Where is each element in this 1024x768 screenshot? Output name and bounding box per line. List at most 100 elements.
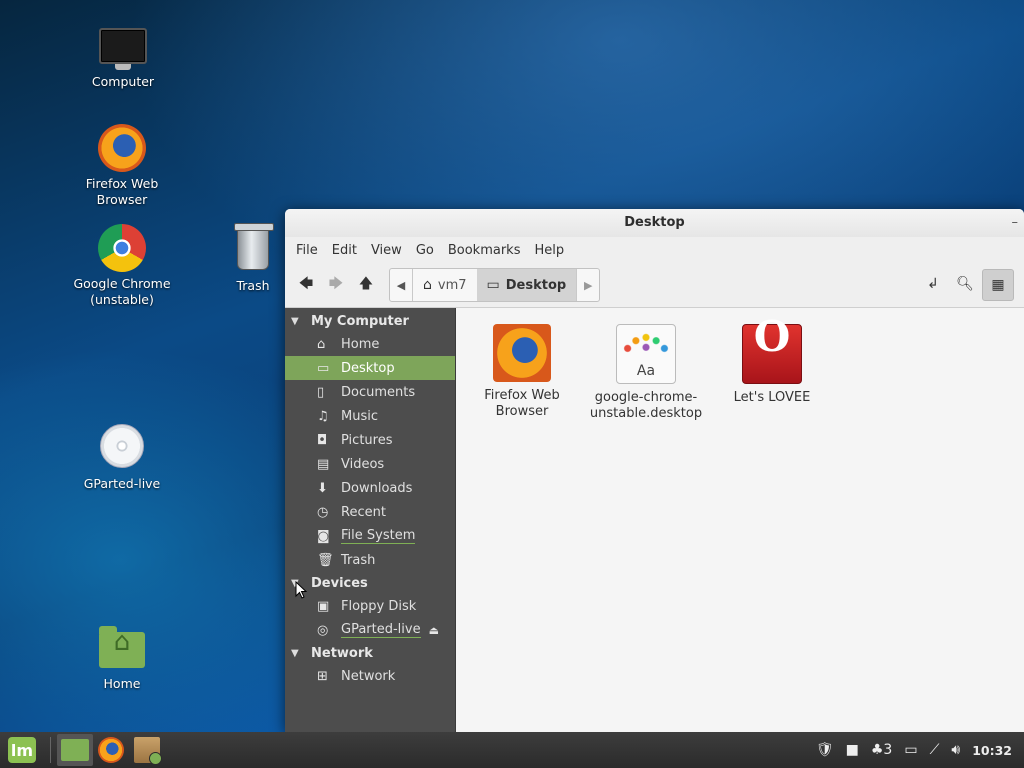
sidebar-item-downloads[interactable]: ⬇ Downloads [285, 476, 455, 500]
network-icon: ⊞ [317, 668, 328, 684]
sidebar-item-label: Trash [341, 552, 376, 568]
taskbar-package[interactable] [129, 734, 165, 766]
desktop-icon-firefox[interactable]: Firefox Web Browser [72, 124, 172, 208]
breadcrumb-left-button[interactable]: ◀ [390, 269, 413, 301]
sidebar-item-label: Videos [341, 456, 385, 472]
sidebar-item-label: Downloads [341, 480, 413, 496]
file-label: Browser [495, 404, 549, 419]
menu-file[interactable]: File [289, 243, 325, 258]
volume-icon[interactable]: 🔊︎ [951, 742, 960, 758]
sidebar-item-trash[interactable]: 🗑︎ Trash [285, 548, 455, 572]
mint-logo-icon: lm [8, 737, 36, 763]
folder-icon [61, 739, 89, 761]
window-titlebar[interactable]: Desktop – [285, 209, 1024, 237]
file-view[interactable]: Firefox Web Browser Aa google-chrome- un… [455, 308, 1024, 732]
breadcrumb-right-button[interactable]: ▶ [576, 269, 599, 301]
sidebar-item-label: Music [341, 408, 378, 424]
search-button[interactable]: 🔍︎ [950, 269, 980, 299]
minimize-icon[interactable]: – [1012, 209, 1019, 237]
sidebar-section-title: Devices [311, 575, 368, 591]
toggle-location-button[interactable]: ↲ [918, 269, 948, 299]
icon-view-button[interactable]: ▦ [982, 269, 1014, 301]
file-label: Let's LOVEE [733, 390, 811, 405]
clock[interactable]: 10:32 [972, 743, 1012, 758]
window-title: Desktop [624, 215, 685, 230]
sidebar-item-recent[interactable]: ◷ Recent [285, 500, 455, 524]
menu-view[interactable]: View [364, 243, 409, 258]
desktop-icon-label: Browser [96, 192, 148, 207]
system-tray: 🛡︎ ■ ♣3 ▭ ⟋ 🔊︎ 10:32 [816, 732, 1012, 768]
menu-go[interactable]: Go [409, 243, 441, 258]
network-cable-icon[interactable]: ⟋ [930, 742, 940, 758]
folder-small-icon[interactable]: ■ [846, 742, 859, 758]
sidebar-item-documents[interactable]: ▯ Documents [285, 380, 455, 404]
home-icon: ⌂ [317, 336, 326, 352]
breadcrumb: ◀ ⌂ vm7 ▭ Desktop ▶ [389, 268, 601, 302]
menu-edit[interactable]: Edit [325, 243, 364, 258]
sidebar-section-title: My Computer [311, 313, 409, 329]
desktop-icon-gparted[interactable]: GParted-live [72, 424, 172, 492]
sidebar-item-label: Documents [341, 384, 416, 400]
sidebar-item-music[interactable]: ♫ Music [285, 404, 455, 428]
font-desktop-file-icon: Aa [616, 324, 676, 384]
menu-bar: File Edit View Go Bookmarks Help [285, 237, 1024, 263]
notifications-button[interactable]: ♣3 [871, 742, 892, 758]
shield-icon[interactable]: 🛡︎ [816, 742, 834, 758]
up-button[interactable]: 🡅 [351, 270, 381, 300]
disc-icon [100, 424, 144, 468]
eject-icon[interactable]: ⏏ [429, 624, 439, 637]
toolbar-right: ↲ 🔍︎ ▦ [918, 269, 1014, 301]
sidebar-item-home[interactable]: ⌂ Home [285, 332, 455, 356]
floppy-icon: ▣ [317, 598, 330, 614]
desktop-icon-home[interactable]: Home [72, 624, 172, 692]
sidebar-section-devices[interactable]: ▼ Devices [285, 572, 455, 594]
sidebar-item-file-system[interactable]: ◙ File System [285, 524, 455, 548]
forward-button[interactable]: 🡆 [321, 270, 351, 300]
firefox-icon [98, 737, 124, 763]
sidebar-section-my-computer[interactable]: ▼ My Computer [285, 310, 455, 332]
disc-icon: ◎ [317, 622, 329, 638]
file-item-opera[interactable]: Let's LOVEE [710, 324, 834, 406]
document-icon: ▯ [317, 384, 325, 400]
desktop-icon-label: Computer [91, 74, 155, 89]
mouse-cursor-icon [295, 581, 308, 599]
sidebar-item-floppy-disk[interactable]: ▣ Floppy Disk [285, 594, 455, 618]
sidebar-item-desktop[interactable]: ▭ Desktop [285, 356, 455, 380]
home-icon: ⌂ [423, 277, 432, 293]
menu-help[interactable]: Help [527, 243, 571, 258]
taskbar-file-manager[interactable] [57, 734, 93, 766]
menu-button[interactable]: lm [0, 732, 44, 768]
triangle-down-icon: ▼ [291, 647, 299, 659]
breadcrumb-home[interactable]: ⌂ vm7 [413, 269, 477, 301]
file-item-firefox[interactable]: Firefox Web Browser [460, 324, 584, 420]
keyboard-icon[interactable]: ▭ [904, 742, 917, 758]
desktop-icon-label: Google Chrome [73, 276, 171, 291]
arrow-left-icon: 🡄 [298, 276, 314, 292]
breadcrumb-desktop[interactable]: ▭ Desktop [476, 269, 577, 301]
desktop-icon-chrome[interactable]: Google Chrome (unstable) [72, 224, 172, 308]
sidebar-item-network[interactable]: ⊞ Network [285, 664, 455, 688]
desktop-icon-computer[interactable]: Computer [73, 22, 173, 90]
back-button[interactable]: 🡄 [291, 270, 321, 300]
sidebar-item-gparted-live[interactable]: ◎ GParted-live ⏏ [285, 618, 455, 642]
grid-icon: ▦ [991, 277, 1005, 293]
sidebar-item-videos[interactable]: ▤ Videos [285, 452, 455, 476]
sidebar-item-label: Home [341, 336, 380, 352]
chrome-icon [98, 224, 146, 272]
bell-icon: ♣ [870, 742, 884, 758]
package-icon [134, 737, 162, 765]
sidebar-section-title: Network [311, 645, 373, 661]
taskbar-firefox[interactable] [93, 734, 129, 766]
menu-bookmarks[interactable]: Bookmarks [441, 243, 528, 258]
panel-separator [50, 737, 51, 763]
opera-icon [742, 324, 802, 384]
sidebar-section-network[interactable]: ▼ Network [285, 642, 455, 664]
breadcrumb-current-label: Desktop [505, 277, 567, 293]
download-icon: ⬇ [317, 480, 328, 496]
chevron-right-icon: ▶ [583, 278, 593, 292]
location-icon: ↲ [927, 276, 939, 292]
file-item-chrome-desktop[interactable]: Aa google-chrome- unstable.desktop [584, 324, 708, 422]
arrow-right-icon: 🡆 [328, 276, 344, 292]
sidebar-item-pictures[interactable]: ◘ Pictures [285, 428, 455, 452]
desktop-icon-label: Firefox Web [85, 176, 159, 191]
